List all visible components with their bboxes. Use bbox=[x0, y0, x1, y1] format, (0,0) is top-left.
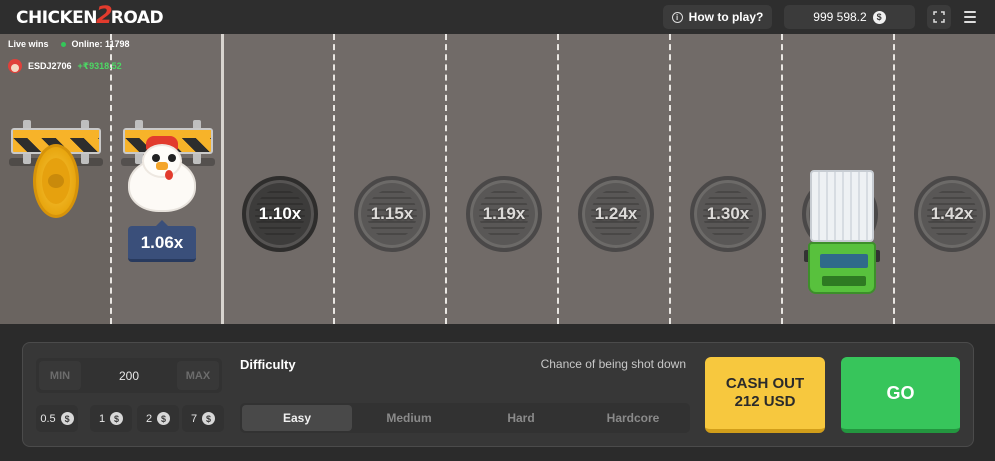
lane-manhole-2[interactable]: 1.15x bbox=[354, 176, 430, 252]
dollar-coin-icon: $ bbox=[110, 412, 124, 425]
lane-multiplier: 1.19x bbox=[482, 204, 526, 223]
how-to-play-label: How to play? bbox=[688, 10, 764, 24]
go-button[interactable]: GO bbox=[841, 357, 960, 433]
dollar-coin-icon: $ bbox=[157, 412, 171, 425]
lane-multiplier: 1.30x bbox=[706, 204, 750, 223]
difficulty-hard-tab[interactable]: Hard bbox=[466, 405, 576, 431]
dollar-coin-icon: $ bbox=[60, 412, 74, 425]
avatar bbox=[8, 59, 22, 73]
winner-amount: +₹9318.52 bbox=[77, 60, 122, 71]
quick-bet-amount: 0.5 bbox=[40, 412, 56, 425]
bet-max-button[interactable]: MAX bbox=[177, 361, 219, 390]
lane-divider bbox=[445, 34, 447, 324]
dollar-coin-icon: $ bbox=[202, 412, 216, 425]
hamburger-icon-line bbox=[964, 16, 976, 18]
difficulty-easy-tab[interactable]: Easy bbox=[242, 405, 352, 431]
lane-multiplier: 1.24x bbox=[594, 204, 638, 223]
gold-coin-manhole-icon bbox=[33, 144, 79, 218]
info-icon: i bbox=[671, 11, 683, 23]
live-win-entry: ESDJ2706 +₹9318.52 bbox=[8, 59, 122, 73]
difficulty-label: Difficulty bbox=[240, 357, 296, 372]
difficulty-medium-tab[interactable]: Medium bbox=[354, 405, 464, 431]
live-wins-label: Live wins bbox=[8, 39, 49, 49]
chance-label: Chance of being shot down bbox=[540, 357, 686, 371]
balance-display: 999 598.2 $ bbox=[784, 5, 915, 29]
cash-out-amount: 212 USD bbox=[734, 393, 796, 410]
difficulty-selector: Easy Medium Hard Hardcore bbox=[240, 403, 690, 433]
quick-bet-amount: 7 bbox=[190, 412, 198, 425]
dollar-coin-icon: $ bbox=[872, 10, 886, 24]
current-multiplier-badge: 1.06x bbox=[128, 220, 196, 262]
truck-icon bbox=[804, 170, 880, 296]
fullscreen-button[interactable] bbox=[927, 5, 951, 29]
how-to-play-button[interactable]: i How to play? bbox=[663, 5, 772, 29]
online-count: Online: 11798 bbox=[60, 39, 130, 49]
quick-bet-amount: 2 bbox=[145, 412, 153, 425]
hamburger-icon-line bbox=[964, 21, 976, 23]
lane-divider bbox=[221, 34, 224, 324]
quick-bet-button[interactable]: 7 $ bbox=[182, 405, 224, 432]
lane-manhole-1[interactable]: 1.10x bbox=[242, 176, 318, 252]
lane-manhole-4[interactable]: 1.24x bbox=[578, 176, 654, 252]
top-bar: CHICKEN 2 ROAD i How to play? 999 598.2 … bbox=[0, 0, 995, 34]
lane-multiplier: 1.10x bbox=[258, 204, 302, 223]
lane-divider bbox=[333, 34, 335, 324]
quick-bet-amount: 1 bbox=[98, 412, 106, 425]
lane-multiplier: 1.42x bbox=[930, 204, 974, 223]
bet-min-button[interactable]: MIN bbox=[39, 361, 81, 390]
lane-divider bbox=[893, 34, 895, 324]
lane-divider bbox=[781, 34, 783, 324]
difficulty-hardcore-tab[interactable]: Hardcore bbox=[578, 405, 688, 431]
balance-amount: 999 598.2 bbox=[813, 10, 867, 24]
fullscreen-icon bbox=[933, 11, 945, 23]
lane-divider bbox=[669, 34, 671, 324]
live-wins-bar: Live wins Online: 11798 bbox=[8, 39, 130, 49]
road-area: Live wins Online: 11798 ESDJ2706 +₹9318.… bbox=[0, 34, 995, 324]
menu-button[interactable] bbox=[960, 9, 980, 25]
bet-amount-input[interactable]: MIN 200 MAX bbox=[36, 358, 222, 393]
quick-bet-button[interactable]: 2 $ bbox=[137, 405, 179, 432]
online-dot-icon bbox=[60, 42, 66, 47]
hamburger-icon-line bbox=[964, 11, 976, 13]
quick-bet-button[interactable]: 1 $ bbox=[90, 405, 132, 432]
online-label: Online: 11798 bbox=[71, 39, 130, 49]
quick-bet-button[interactable]: 0.5 $ bbox=[36, 405, 78, 432]
game-logo: CHICKEN 2 ROAD bbox=[16, 1, 164, 30]
lane-divider bbox=[557, 34, 559, 324]
lane-manhole-3[interactable]: 1.19x bbox=[466, 176, 542, 252]
lane-manhole-7[interactable]: 1.42x bbox=[914, 176, 990, 252]
cash-out-label: CASH OUT bbox=[725, 375, 805, 392]
lane-divider bbox=[110, 34, 112, 324]
logo-text-road: ROAD bbox=[110, 8, 164, 28]
cash-out-button[interactable]: CASH OUT 212 USD bbox=[705, 357, 825, 433]
lane-multiplier: 1.15x bbox=[370, 204, 414, 223]
winner-name: ESDJ2706 bbox=[28, 61, 72, 71]
lane-manhole-5[interactable]: 1.30x bbox=[690, 176, 766, 252]
bet-value[interactable]: 200 bbox=[84, 358, 174, 393]
logo-text-chicken: CHICKEN bbox=[16, 8, 98, 28]
chicken-icon bbox=[124, 136, 200, 216]
